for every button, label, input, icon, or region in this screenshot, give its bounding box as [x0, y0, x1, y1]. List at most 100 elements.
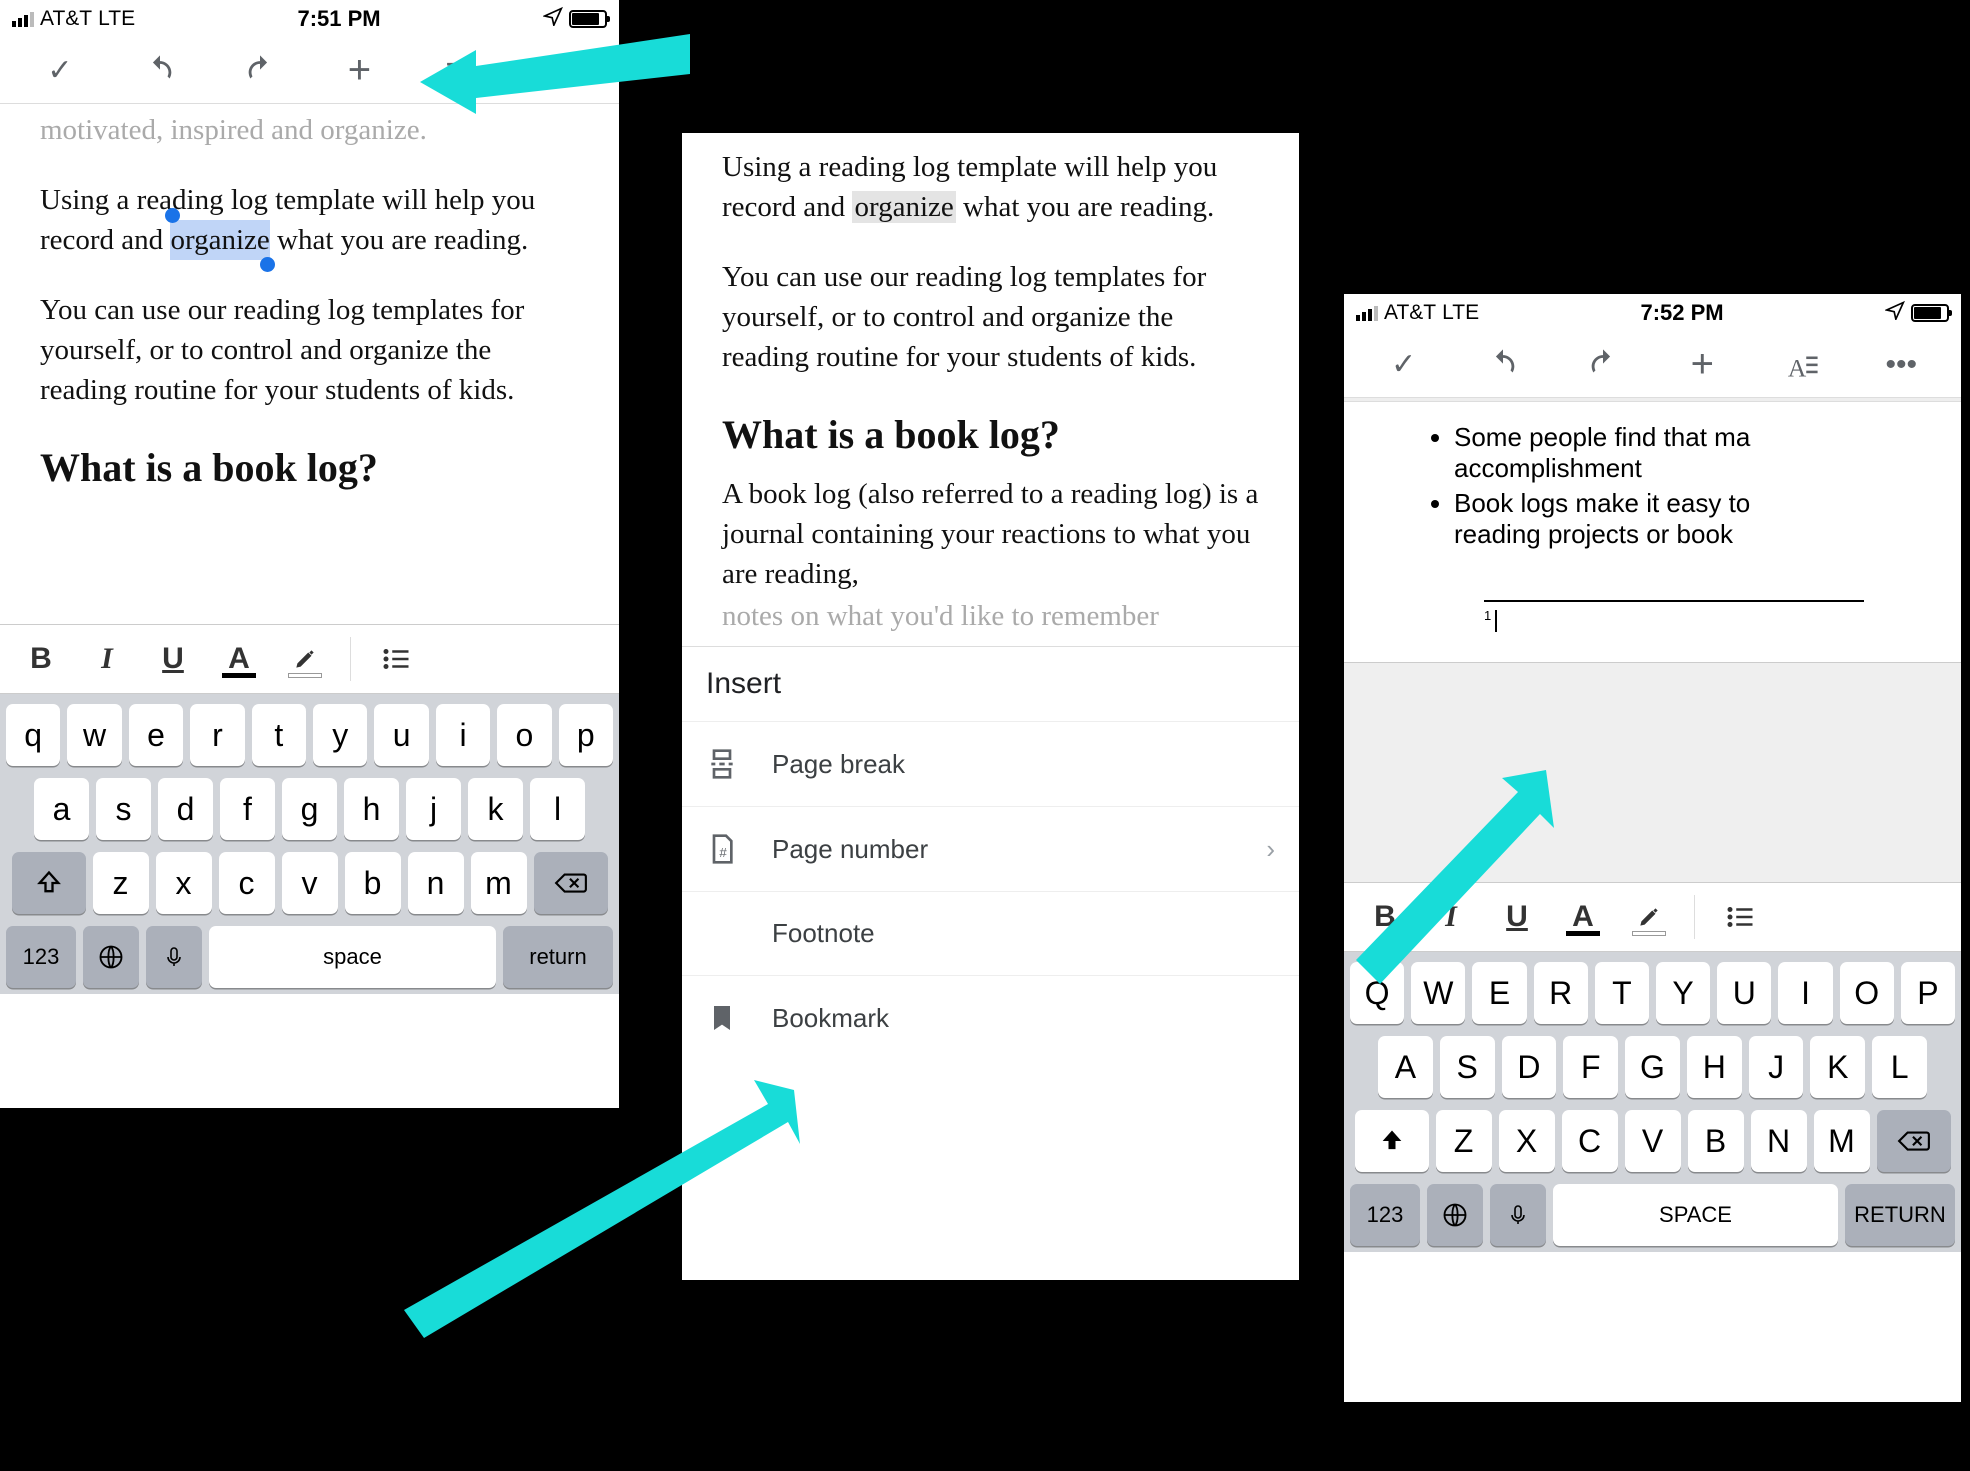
- key-e[interactable]: e: [129, 704, 183, 766]
- numbers-key[interactable]: 123: [1350, 1184, 1420, 1246]
- footnote-cursor[interactable]: 1: [1484, 610, 1961, 632]
- text-color-button[interactable]: A: [210, 634, 268, 684]
- highlight-color-button[interactable]: [1620, 892, 1678, 942]
- bold-button[interactable]: B: [1356, 892, 1414, 942]
- globe-key[interactable]: [1427, 1184, 1483, 1246]
- key-z[interactable]: z: [1436, 1110, 1492, 1172]
- key-t[interactable]: t: [1595, 962, 1649, 1024]
- space-key[interactable]: space: [209, 926, 496, 988]
- key-a[interactable]: a: [34, 778, 89, 840]
- key-u[interactable]: u: [1717, 962, 1771, 1024]
- key-r[interactable]: r: [190, 704, 244, 766]
- key-i[interactable]: i: [436, 704, 490, 766]
- key-s[interactable]: s: [1440, 1036, 1495, 1098]
- bulleted-list-button[interactable]: [1711, 892, 1769, 942]
- text-format-button[interactable]: A: [435, 47, 483, 95]
- key-v[interactable]: v: [282, 852, 338, 914]
- backspace-key[interactable]: [1877, 1110, 1951, 1172]
- underline-button[interactable]: U: [1488, 892, 1546, 942]
- key-o[interactable]: o: [1840, 962, 1894, 1024]
- key-b[interactable]: b: [345, 852, 401, 914]
- backspace-key[interactable]: [534, 852, 608, 914]
- key-i[interactable]: i: [1778, 962, 1832, 1024]
- selected-text[interactable]: organize: [170, 220, 269, 260]
- key-m[interactable]: m: [471, 852, 527, 914]
- highlight-color-button[interactable]: [276, 634, 334, 684]
- insert-page-number[interactable]: # Page number ›: [682, 806, 1299, 891]
- key-a[interactable]: a: [1378, 1036, 1433, 1098]
- key-p[interactable]: p: [1901, 962, 1955, 1024]
- key-m[interactable]: m: [1814, 1110, 1870, 1172]
- key-j[interactable]: j: [1749, 1036, 1804, 1098]
- key-l[interactable]: l: [530, 778, 585, 840]
- key-f[interactable]: f: [1563, 1036, 1618, 1098]
- key-z[interactable]: z: [93, 852, 149, 914]
- text-format-button[interactable]: A: [1778, 341, 1826, 389]
- key-y[interactable]: y: [1656, 962, 1710, 1024]
- document-area[interactable]: motivated, inspired and organize. Using …: [0, 104, 619, 624]
- done-button[interactable]: ✓: [1380, 341, 1428, 389]
- italic-button[interactable]: I: [78, 634, 136, 684]
- insert-bookmark[interactable]: Bookmark: [682, 975, 1299, 1060]
- key-c[interactable]: c: [1562, 1110, 1618, 1172]
- key-q[interactable]: q: [6, 704, 60, 766]
- key-d[interactable]: d: [158, 778, 213, 840]
- key-n[interactable]: n: [408, 852, 464, 914]
- document-area[interactable]: Some people find that maaccomplishment B…: [1344, 402, 1961, 662]
- key-x[interactable]: x: [1499, 1110, 1555, 1172]
- redo-button[interactable]: [236, 47, 284, 95]
- key-q[interactable]: q: [1350, 962, 1404, 1024]
- bold-button[interactable]: B: [12, 634, 70, 684]
- key-y[interactable]: y: [313, 704, 367, 766]
- key-l[interactable]: l: [1872, 1036, 1927, 1098]
- key-k[interactable]: k: [1810, 1036, 1865, 1098]
- key-k[interactable]: k: [468, 778, 523, 840]
- undo-button[interactable]: [136, 47, 184, 95]
- key-v[interactable]: v: [1625, 1110, 1681, 1172]
- key-h[interactable]: h: [1687, 1036, 1742, 1098]
- key-w[interactable]: w: [67, 704, 121, 766]
- key-b[interactable]: b: [1688, 1110, 1744, 1172]
- key-s[interactable]: s: [96, 778, 151, 840]
- overflow-button[interactable]: •••: [535, 47, 583, 95]
- insert-footnote[interactable]: Footnote: [682, 891, 1299, 975]
- key-d[interactable]: d: [1502, 1036, 1557, 1098]
- key-e[interactable]: e: [1472, 962, 1526, 1024]
- grammar-highlight[interactable]: organize: [852, 191, 955, 223]
- insert-button[interactable]: +: [1678, 341, 1726, 389]
- key-o[interactable]: o: [497, 704, 551, 766]
- key-w[interactable]: w: [1411, 962, 1465, 1024]
- dictation-key[interactable]: [146, 926, 202, 988]
- done-button[interactable]: ✓: [36, 47, 84, 95]
- key-g[interactable]: g: [282, 778, 337, 840]
- italic-button[interactable]: I: [1422, 892, 1480, 942]
- redo-button[interactable]: [1579, 341, 1627, 389]
- key-h[interactable]: h: [344, 778, 399, 840]
- dictation-key[interactable]: [1490, 1184, 1546, 1246]
- text-color-button[interactable]: A: [1554, 892, 1612, 942]
- space-key[interactable]: space: [1553, 1184, 1838, 1246]
- return-key[interactable]: return: [503, 926, 613, 988]
- key-r[interactable]: r: [1534, 962, 1588, 1024]
- key-c[interactable]: c: [219, 852, 275, 914]
- insert-page-break[interactable]: Page break: [682, 721, 1299, 806]
- undo-button[interactable]: [1479, 341, 1527, 389]
- document-area[interactable]: Using a reading log template will help y…: [682, 133, 1299, 646]
- shift-key[interactable]: [1355, 1110, 1429, 1172]
- overflow-button[interactable]: •••: [1877, 341, 1925, 389]
- globe-key[interactable]: [83, 926, 139, 988]
- key-u[interactable]: u: [374, 704, 428, 766]
- key-g[interactable]: g: [1625, 1036, 1680, 1098]
- key-j[interactable]: j: [406, 778, 461, 840]
- numbers-key[interactable]: 123: [6, 926, 76, 988]
- key-p[interactable]: p: [559, 704, 613, 766]
- underline-button[interactable]: U: [144, 634, 202, 684]
- key-n[interactable]: n: [1751, 1110, 1807, 1172]
- return-key[interactable]: return: [1845, 1184, 1955, 1246]
- key-x[interactable]: x: [156, 852, 212, 914]
- key-t[interactable]: t: [252, 704, 306, 766]
- shift-key[interactable]: [12, 852, 86, 914]
- bulleted-list-button[interactable]: [367, 634, 425, 684]
- key-f[interactable]: f: [220, 778, 275, 840]
- insert-button[interactable]: +: [335, 47, 383, 95]
